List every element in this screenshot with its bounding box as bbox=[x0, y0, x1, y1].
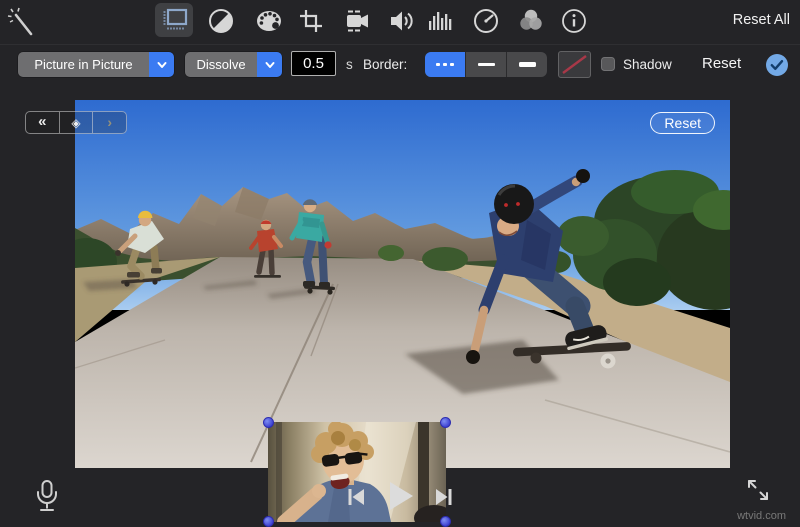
microphone-icon bbox=[34, 479, 60, 513]
volume-icon[interactable] bbox=[385, 4, 419, 38]
pip-handle-bottom-right[interactable] bbox=[440, 516, 451, 527]
contrast-icon[interactable] bbox=[204, 4, 238, 38]
skip-back-icon bbox=[345, 486, 367, 508]
settings-reset-button[interactable]: Reset bbox=[702, 55, 741, 72]
confirm-checkmark-button[interactable] bbox=[765, 53, 789, 77]
overlay-tool-button[interactable] bbox=[155, 3, 193, 37]
keyframe-diamond-icon: ◈ bbox=[71, 117, 80, 129]
keyframe-navigator: « ◈ › bbox=[25, 111, 127, 134]
info-icon[interactable] bbox=[557, 4, 591, 38]
dashed-line-icon bbox=[436, 63, 454, 66]
duration-value: 0.5 bbox=[303, 55, 324, 72]
crop-icon[interactable] bbox=[294, 4, 328, 38]
thin-line-icon bbox=[478, 63, 495, 66]
video-preview[interactable]: Reset bbox=[75, 100, 730, 468]
voiceover-mic-button[interactable] bbox=[34, 479, 60, 513]
border-thick-option[interactable] bbox=[507, 52, 547, 77]
viewer-reset-button[interactable]: Reset bbox=[650, 112, 715, 134]
chevron-down-icon bbox=[149, 52, 174, 77]
transition-value: Dissolve bbox=[185, 52, 257, 77]
overlay-style-value: Picture in Picture bbox=[18, 52, 149, 77]
thick-line-icon bbox=[519, 62, 536, 68]
watermark: wtvid.com bbox=[737, 510, 786, 522]
border-color-well[interactable] bbox=[558, 51, 591, 78]
shadow-checkbox[interactable] bbox=[601, 57, 615, 71]
border-style-segmented-control bbox=[425, 52, 547, 77]
reset-all-button[interactable]: Reset All bbox=[733, 12, 790, 28]
color-match-icon[interactable] bbox=[514, 4, 548, 38]
no-color-slash-icon bbox=[559, 52, 590, 77]
border-thin-option[interactable] bbox=[466, 52, 507, 77]
equalizer-icon[interactable] bbox=[424, 4, 458, 38]
skip-forward-button[interactable] bbox=[433, 486, 455, 508]
play-button[interactable] bbox=[384, 479, 416, 513]
chevron-down-icon bbox=[257, 52, 282, 77]
overlay-tool-icon bbox=[159, 5, 189, 35]
magic-wand-icon[interactable] bbox=[4, 4, 38, 38]
top-toolbar: Reset All bbox=[0, 0, 800, 45]
double-chevron-left-icon: « bbox=[38, 114, 46, 131]
play-icon bbox=[384, 479, 416, 513]
skateboard-video-frame bbox=[75, 100, 730, 468]
skip-forward-icon bbox=[433, 486, 455, 508]
pip-handle-bottom-left[interactable] bbox=[263, 516, 274, 527]
keyframe-previous-button[interactable]: « bbox=[26, 112, 60, 133]
overlay-settings-bar: Picture in Picture Dissolve 0.5 s Border… bbox=[0, 44, 800, 88]
chevron-right-icon: › bbox=[107, 115, 112, 131]
transition-dropdown[interactable]: Dissolve bbox=[185, 52, 282, 77]
keyframe-next-button[interactable]: › bbox=[93, 112, 126, 133]
overlay-style-dropdown[interactable]: Picture in Picture bbox=[18, 52, 174, 77]
pip-handle-top-right[interactable] bbox=[440, 417, 451, 428]
skip-back-button[interactable] bbox=[345, 486, 367, 508]
expand-arrows-icon bbox=[745, 477, 771, 503]
pip-handle-top-left[interactable] bbox=[263, 417, 274, 428]
fullscreen-button[interactable] bbox=[745, 477, 771, 503]
duration-unit-label: s bbox=[346, 57, 353, 72]
keyframe-add-button[interactable]: ◈ bbox=[60, 112, 94, 133]
camera-icon[interactable] bbox=[340, 4, 374, 38]
duration-input[interactable]: 0.5 bbox=[291, 51, 336, 76]
speed-icon[interactable] bbox=[469, 4, 503, 38]
border-label: Border: bbox=[363, 57, 407, 72]
color-palette-icon[interactable] bbox=[252, 4, 286, 38]
shadow-label: Shadow bbox=[623, 57, 672, 72]
border-dashed-option[interactable] bbox=[425, 52, 466, 77]
